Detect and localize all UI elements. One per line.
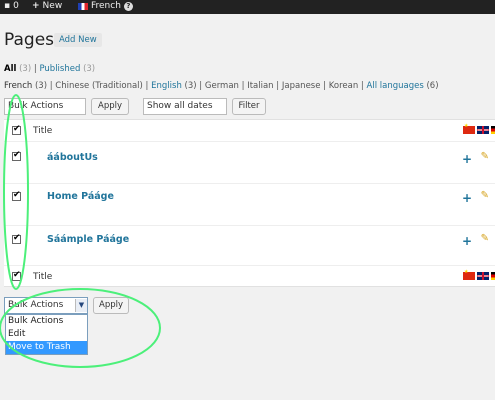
edit-translation-icon[interactable]: ✎ (481, 151, 489, 162)
bulk-actions-value-bottom: Bulk Actions (8, 300, 64, 310)
bulk-actions-dropdown: Bulk Actions Edit Move to Trash (5, 314, 88, 355)
page-title-link[interactable]: ááboutUs (47, 152, 98, 163)
filter-all-count: (3) (19, 64, 32, 74)
comment-icon: ▪ (4, 1, 11, 11)
lang-korean[interactable]: Korean (329, 81, 358, 91)
dropdown-option-move-to-trash[interactable]: Move to Trash (6, 341, 87, 354)
comments-menu[interactable]: ▪ 0 (4, 1, 19, 11)
apply-button-bottom[interactable]: Apply (93, 297, 129, 314)
french-flag-icon (78, 2, 88, 10)
language-flags-header (463, 123, 495, 134)
chevron-down-icon[interactable]: ▼ (75, 299, 87, 312)
table-row: Home Pááge + ✎ (4, 184, 495, 226)
page-title-link[interactable]: Home Pááge (47, 191, 114, 202)
select-all-checkbox[interactable] (12, 124, 21, 135)
comments-count: 0 (13, 1, 19, 11)
bulk-actions-select-bottom[interactable]: Bulk Actions ▼ (4, 297, 88, 314)
germany-flag-icon (491, 126, 495, 134)
table-row: Sáámple Pááge + ✎ (4, 226, 495, 266)
row-checkbox[interactable] (12, 150, 21, 161)
add-translation-icon[interactable]: + (462, 192, 472, 204)
add-translation-icon[interactable]: + (462, 153, 472, 165)
pages-table: Title ááboutUs + ✎ Home Pááge + ✎ Sáámpl… (4, 119, 495, 287)
row-checkbox[interactable] (12, 233, 21, 244)
help-icon[interactable]: ? (123, 1, 133, 11)
filter-all[interactable]: All (4, 64, 16, 74)
filter-button[interactable]: Filter (232, 98, 266, 115)
lang-all[interactable]: All languages (367, 81, 424, 91)
filter-published-count: (3) (83, 64, 96, 74)
new-menu[interactable]: + New (32, 1, 62, 11)
language-flags-footer (463, 269, 495, 280)
bulk-actions-value: Bulk Actions (8, 101, 64, 111)
edit-translation-icon[interactable]: ✎ (481, 190, 489, 201)
lang-all-count: (6) (426, 81, 439, 91)
column-title-footer[interactable]: Title (33, 272, 52, 282)
uk-flag-icon (477, 126, 489, 134)
apply-button-top[interactable]: Apply (91, 98, 129, 115)
new-label: New (42, 1, 63, 11)
dropdown-option-edit[interactable]: Edit (6, 328, 87, 341)
dropdown-option-bulk-actions[interactable]: Bulk Actions (6, 315, 87, 328)
china-flag-icon (463, 123, 475, 134)
edit-translation-icon[interactable]: ✎ (481, 233, 489, 244)
lang-japanese[interactable]: Japanese (282, 81, 321, 91)
page-title-link[interactable]: Sáámple Pááge (47, 234, 129, 245)
add-new-button[interactable]: Add New (54, 33, 102, 47)
table-header: Title (4, 120, 495, 142)
date-filter-value: Show all dates (147, 101, 213, 111)
table-footer: Title (4, 266, 495, 288)
lang-french[interactable]: French (4, 81, 32, 91)
page-title: Pages (4, 30, 55, 50)
status-filters: All (3) | Published (3) (4, 64, 95, 74)
row-checkbox[interactable] (12, 190, 21, 201)
filter-published[interactable]: Published (39, 64, 80, 74)
select-all-checkbox-footer[interactable] (12, 270, 21, 281)
lang-german[interactable]: German (205, 81, 239, 91)
language-switcher[interactable]: French ? (78, 1, 133, 11)
admin-bar: ▪ 0 + New French ? (0, 0, 495, 14)
date-filter-select[interactable]: Show all dates (143, 98, 227, 115)
lang-english[interactable]: English (151, 81, 182, 91)
germany-flag-icon (491, 272, 495, 280)
language-filters: French (3) | Chinese (Traditional) | Eng… (4, 81, 439, 91)
lang-english-count: (3) (184, 81, 197, 91)
table-row: ááboutUs + ✎ (4, 142, 495, 184)
column-title[interactable]: Title (33, 126, 52, 136)
china-flag-icon (463, 269, 475, 280)
language-label: French (91, 1, 121, 11)
uk-flag-icon (477, 272, 489, 280)
bulk-actions-select-top[interactable]: Bulk Actions (4, 98, 86, 115)
lang-french-count: (3) (34, 81, 48, 91)
add-translation-icon[interactable]: + (462, 235, 472, 247)
lang-chinese[interactable]: Chinese (Traditional) (55, 81, 143, 91)
lang-italian[interactable]: Italian (247, 81, 273, 91)
plus-icon: + (32, 1, 40, 11)
